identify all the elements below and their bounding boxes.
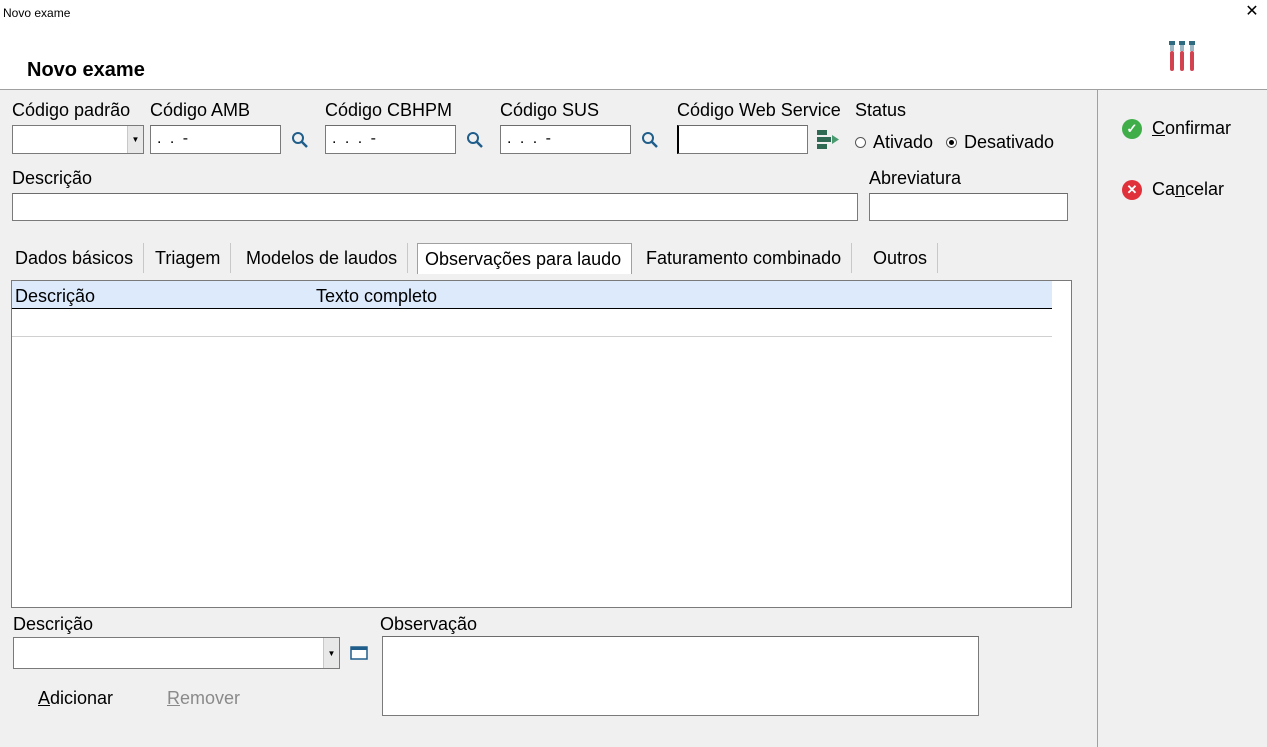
window-title: Novo exame [3, 6, 71, 20]
descricao-label: Descrição [12, 168, 93, 188]
cancelar-text-pre: Ca [1152, 179, 1176, 199]
window-icon[interactable] [350, 646, 368, 660]
chevron-down-icon[interactable]: ▼ [323, 638, 339, 668]
status-ativado-radio[interactable] [855, 137, 866, 148]
cancelar-label: Cancelar [1152, 179, 1224, 200]
column-header-descricao[interactable]: Descrição [15, 286, 95, 307]
tab-outros[interactable]: Outros [863, 243, 939, 273]
codigo-padrao-select[interactable]: ▼ [12, 125, 144, 154]
adicionar-button[interactable]: Adicionar [38, 688, 113, 709]
tab-triagem[interactable]: Triagem [145, 243, 232, 273]
tab-modelos-de-laudos[interactable]: Modelos de laudos [236, 243, 409, 273]
test-tubes-icon [1169, 41, 1195, 71]
x-circle-icon: ✕ [1122, 179, 1142, 200]
table-row[interactable] [12, 309, 1052, 337]
close-icon[interactable]: ✕ [1244, 3, 1260, 21]
status-ativado-option[interactable]: Ativado [855, 132, 933, 153]
observacoes-grid[interactable]: Descrição Texto completo [11, 280, 1072, 608]
column-header-texto-completo[interactable]: Texto completo [316, 286, 437, 307]
status-desativado-option[interactable]: Desativado [946, 132, 1054, 153]
search-sus-icon[interactable] [641, 131, 659, 149]
confirmar-button[interactable]: ✓ Confirmar [1122, 118, 1231, 139]
observacao-label: Observação [380, 614, 478, 634]
status-desativado-radio[interactable] [946, 137, 957, 148]
header: Novo exame [0, 25, 1267, 90]
status-ativado-label: Ativado [873, 132, 934, 152]
adicionar-text-post: dicionar [50, 688, 114, 708]
cancelar-button[interactable]: ✕ Cancelar [1122, 179, 1224, 200]
codigo-amb-label: Código AMB [150, 100, 251, 120]
confirmar-label: Confirmar [1152, 118, 1231, 139]
cancelar-text-post: celar [1185, 179, 1225, 199]
web-service-icon[interactable] [816, 129, 840, 151]
observacao-textarea[interactable] [382, 636, 979, 716]
search-amb-icon[interactable] [291, 131, 309, 149]
window-title-bar: Novo exame ✕ [0, 0, 1267, 25]
codigo-cbhpm-label: Código CBHPM [325, 100, 453, 120]
chevron-down-icon[interactable]: ▼ [127, 126, 143, 153]
action-sidebar: ✓ Confirmar ✕ Cancelar [1097, 90, 1267, 747]
remover-mnemonic: R [167, 688, 180, 708]
abreviatura-label: Abreviatura [869, 168, 962, 188]
codigo-sus-input[interactable]: . . . - [500, 125, 631, 154]
page-title: Novo exame [27, 59, 145, 81]
cancelar-mnemonic: n [1175, 179, 1186, 199]
codigo-amb-input[interactable]: . . - [150, 125, 281, 154]
confirmar-mnemonic: C [1152, 118, 1165, 138]
bottom-descricao-label: Descrição [13, 614, 94, 634]
search-cbhpm-icon[interactable] [466, 131, 484, 149]
codigo-cbhpm-input[interactable]: . . . - [325, 125, 456, 154]
adicionar-mnemonic: A [38, 688, 51, 708]
grid-header: Descrição Texto completo [12, 281, 1052, 309]
codigo-sus-label: Código SUS [500, 100, 600, 120]
bottom-descricao-select[interactable]: ▼ [13, 637, 340, 669]
codigo-padrao-label: Código padrão [12, 100, 131, 120]
tab-faturamento-combinado[interactable]: Faturamento combinado [636, 243, 853, 273]
tab-dados-basicos[interactable]: Dados básicos [5, 243, 145, 273]
codigo-web-service-label: Código Web Service [677, 100, 841, 120]
remover-text-post: emover [180, 688, 241, 708]
codigo-web-service-input[interactable] [677, 125, 808, 154]
tab-observacoes-para-laudo[interactable]: Observações para laudo [417, 243, 633, 274]
status-label: Status [855, 100, 907, 120]
remover-button[interactable]: Remover [167, 688, 240, 709]
check-circle-icon: ✓ [1122, 118, 1142, 139]
abreviatura-input[interactable] [869, 193, 1068, 221]
descricao-input[interactable] [12, 193, 858, 221]
status-desativado-label: Desativado [964, 132, 1055, 152]
confirmar-text-post: onfirmar [1165, 118, 1232, 138]
